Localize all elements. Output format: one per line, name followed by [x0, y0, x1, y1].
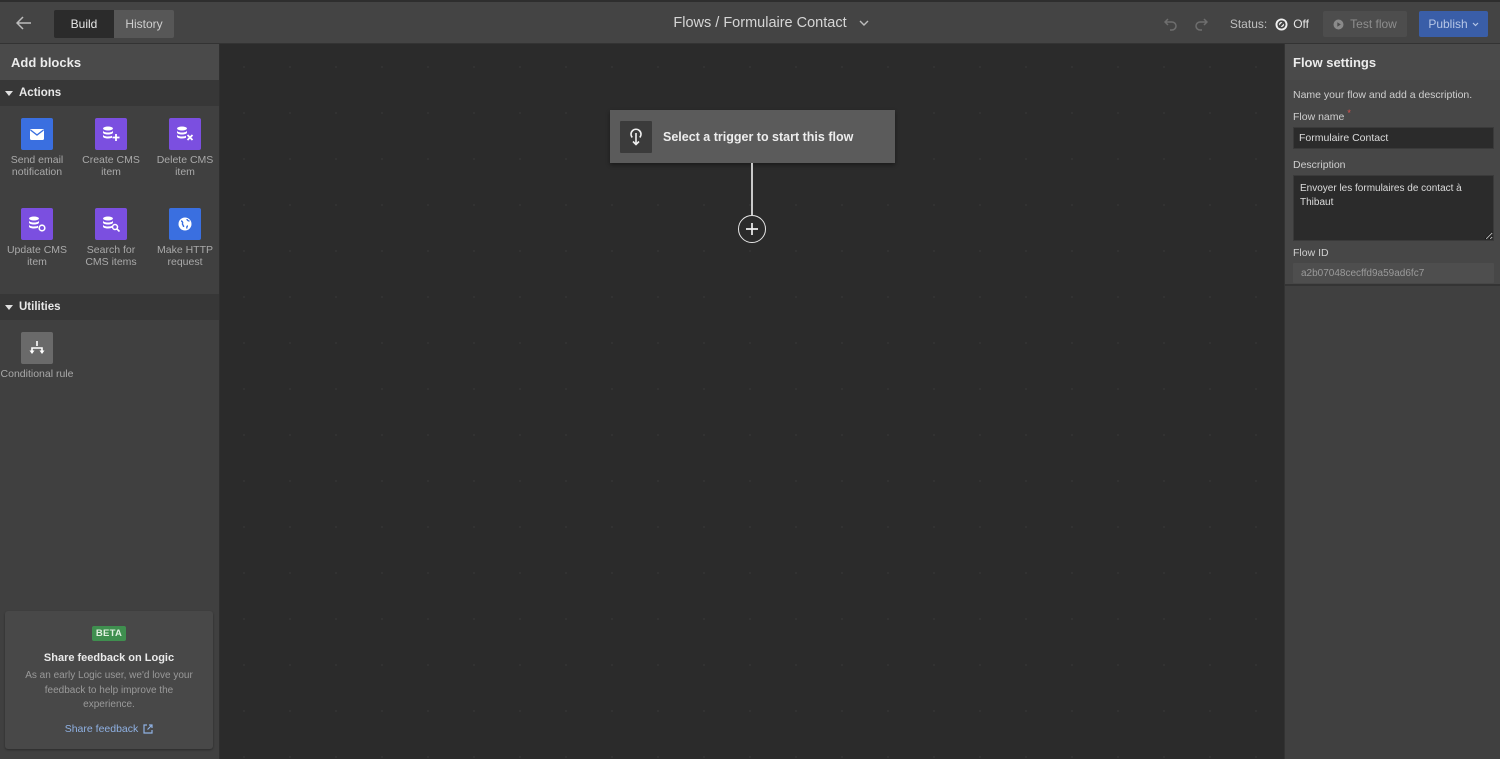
block-create-cms-item[interactable]: Create CMS item — [74, 116, 148, 200]
tab-build[interactable]: Build — [54, 10, 114, 38]
settings-form: Name your flow and add a description. Fl… — [1285, 80, 1500, 286]
redo-icon — [1195, 18, 1208, 31]
plus-icon — [746, 223, 758, 235]
feedback-card: BETA Share feedback on Logic As an early… — [5, 611, 213, 749]
undo-icon — [1163, 18, 1177, 31]
trigger-icon — [620, 120, 652, 153]
flow-canvas[interactable]: Select a trigger to start this flow — [221, 44, 1284, 759]
test-flow-button[interactable]: Test flow — [1323, 11, 1407, 37]
undo-button[interactable] — [1158, 11, 1184, 37]
block-http-request[interactable]: Make HTTP request — [148, 206, 222, 290]
disabled-circle-icon — [1275, 18, 1288, 30]
block-delete-cms-item[interactable]: Delete CMS item — [148, 116, 222, 200]
tab-history[interactable]: History — [114, 10, 174, 38]
feedback-text: As an early Logic user, we'd love your f… — [25, 670, 193, 710]
back-button[interactable] — [12, 10, 36, 36]
add-step-button[interactable] — [738, 215, 766, 243]
settings-title: Flow settings — [1285, 44, 1500, 80]
section-actions-toggle[interactable]: Actions — [0, 80, 219, 106]
chevron-down-icon — [1472, 22, 1479, 26]
arrow-left-icon — [16, 16, 31, 30]
trigger-label: Select a trigger to start this flow — [663, 129, 854, 144]
chevron-down-icon — [859, 20, 869, 26]
actions-blocks: Send email notification Create CMS item … — [0, 106, 219, 294]
section-utilities-toggle[interactable]: Utilities — [0, 294, 219, 320]
connector-line — [751, 163, 753, 215]
block-search-cms-items[interactable]: Search for CMS items — [74, 206, 148, 290]
flow-settings-panel: Flow settings Name your flow and add a d… — [1284, 44, 1500, 759]
external-link-icon — [143, 723, 153, 734]
app: Build History Flows / Formulaire Contact… — [0, 0, 1500, 759]
caret-down-icon — [5, 90, 13, 96]
block-conditional-rule[interactable]: Conditional rule — [0, 330, 74, 414]
branch-icon — [21, 332, 53, 364]
description-label: Description — [1293, 159, 1346, 171]
select-trigger-node[interactable]: Select a trigger to start this flow — [610, 110, 895, 163]
email-icon — [21, 118, 53, 150]
flow-name-label: Flow name * — [1293, 108, 1351, 123]
database-plus-icon — [95, 118, 127, 150]
globe-icon — [169, 208, 201, 240]
block-update-cms-item[interactable]: Update CMS item — [0, 206, 74, 290]
flow-name-input[interactable] — [1293, 127, 1494, 149]
flow-title-dropdown[interactable]: Flows / Formulaire Contact — [673, 15, 869, 31]
flow-id-label: Flow ID — [1293, 247, 1329, 259]
panel-title: Add blocks — [0, 44, 219, 80]
status-label: Status: — [1229, 17, 1268, 31]
settings-hint: Name your flow and add a description. — [1293, 89, 1473, 101]
top-bar: Build History Flows / Formulaire Contact… — [0, 0, 1500, 44]
add-blocks-panel: Add blocks Actions Send email notificati… — [0, 44, 220, 759]
redo-button[interactable] — [1188, 11, 1214, 37]
description-textarea[interactable]: Envoyer les formulaires de contact à Thi… — [1293, 175, 1494, 241]
publish-button[interactable]: Publish — [1419, 11, 1488, 37]
beta-badge: BETA — [91, 626, 127, 641]
mode-tabs: Build History — [54, 10, 174, 38]
utilities-blocks: Conditional rule — [0, 320, 219, 418]
database-search-icon — [95, 208, 127, 240]
play-circle-icon — [1333, 19, 1344, 29]
feedback-title: Share feedback on Logic — [43, 652, 175, 664]
database-refresh-icon — [21, 208, 53, 240]
block-send-email[interactable]: Send email notification — [0, 116, 74, 200]
share-feedback-link[interactable]: Share feedback — [65, 723, 154, 735]
status-toggle[interactable]: Off — [1275, 17, 1309, 31]
caret-down-icon — [5, 304, 13, 310]
flow-id-value: a2b07048cecffd9a59ad6fc7 — [1293, 263, 1494, 283]
status-value: Off — [1293, 17, 1309, 31]
page-title: Flows / Formulaire Contact — [673, 15, 847, 31]
required-mark: * — [1347, 108, 1351, 118]
database-x-icon — [169, 118, 201, 150]
